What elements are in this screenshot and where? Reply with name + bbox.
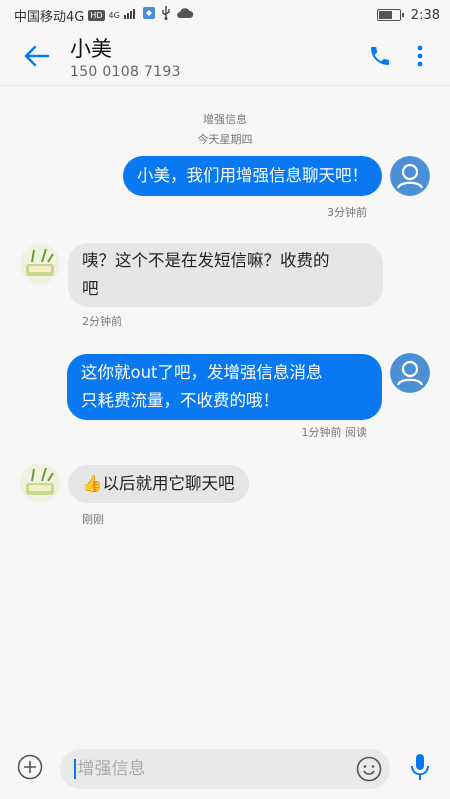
message-text: 咦？这个不是在发短信嘛？收费的	[82, 251, 330, 270]
status-left: 中国移动4G HD 4G	[14, 6, 194, 25]
message-text: 这你就out了吧，发增强信息消息	[81, 363, 323, 382]
clock: 2:38	[410, 7, 440, 23]
app-notification-icon	[142, 6, 156, 24]
signal-4g-label: 4G	[108, 10, 120, 20]
message-text: 只耗费流量，不收费的哦！	[81, 391, 279, 410]
my-avatar[interactable]	[390, 156, 430, 196]
message-timestamp: 3分钟前	[327, 206, 367, 219]
more-button[interactable]	[400, 38, 440, 78]
message-timestamp: 刚刚	[82, 513, 104, 526]
message-timestamp: 1分钟前 阅读	[301, 426, 368, 439]
status-right: 2:38	[376, 7, 440, 23]
carrier-label: 中国移动4G	[14, 9, 85, 25]
message-timestamp: 2分钟前	[82, 315, 122, 328]
phone-icon	[368, 44, 392, 72]
back-button[interactable]	[18, 40, 54, 76]
battery-icon	[376, 9, 404, 21]
message-bubble-outgoing[interactable]: 小美，我们用增强信息聊天吧！	[123, 156, 382, 196]
smiley-icon[interactable]	[356, 756, 382, 782]
contact-info[interactable]: 小美 150 0108 7193	[70, 36, 360, 80]
message-text: 以后就用它聊天吧	[102, 474, 235, 493]
usb-icon	[160, 6, 172, 24]
hd-badge: HD	[88, 9, 105, 21]
contact-avatar[interactable]	[20, 244, 60, 284]
conversation-header: 小美 150 0108 7193	[0, 30, 450, 86]
message-bubble-incoming[interactable]: 咦？这个不是在发短信嘛？收费的 吧	[68, 243, 383, 307]
service-label: 增强信息	[203, 113, 247, 126]
call-button[interactable]	[360, 38, 400, 78]
contact-avatar[interactable]	[20, 463, 60, 503]
message-input-wrapper[interactable]	[60, 749, 390, 789]
voice-input-button[interactable]	[400, 749, 440, 789]
message-text: 小美，我们用增强信息聊天吧！	[137, 166, 368, 185]
date-label: 今天星期四	[197, 133, 253, 146]
back-arrow-icon	[23, 45, 50, 71]
compose-bar	[0, 739, 450, 799]
thumbs-up-emoji: 👍	[82, 474, 103, 493]
cloud-icon	[176, 7, 194, 23]
contact-name: 小美	[70, 36, 112, 61]
message-input[interactable]	[77, 759, 356, 779]
add-attachment-button[interactable]	[10, 749, 50, 789]
status-bar: 中国移动4G HD 4G 2:38	[0, 0, 450, 30]
add-circle-icon	[17, 754, 43, 784]
contact-number: 150 0108 7193	[70, 63, 181, 80]
more-vertical-icon	[417, 45, 423, 71]
text-caret	[74, 759, 76, 779]
my-avatar[interactable]	[390, 353, 430, 393]
microphone-icon	[410, 753, 430, 785]
message-bubble-outgoing[interactable]: 这你就out了吧，发增强信息消息 只耗费流量，不收费的哦！	[67, 354, 382, 420]
message-text: 吧	[82, 279, 99, 298]
message-bubble-incoming[interactable]: 👍以后就用它聊天吧	[68, 465, 249, 503]
signal-icon	[123, 7, 138, 23]
message-list[interactable]: 增强信息 今天星期四 小美，我们用增强信息聊天吧！ 3分钟前 咦？这个不是在发短…	[0, 87, 450, 739]
